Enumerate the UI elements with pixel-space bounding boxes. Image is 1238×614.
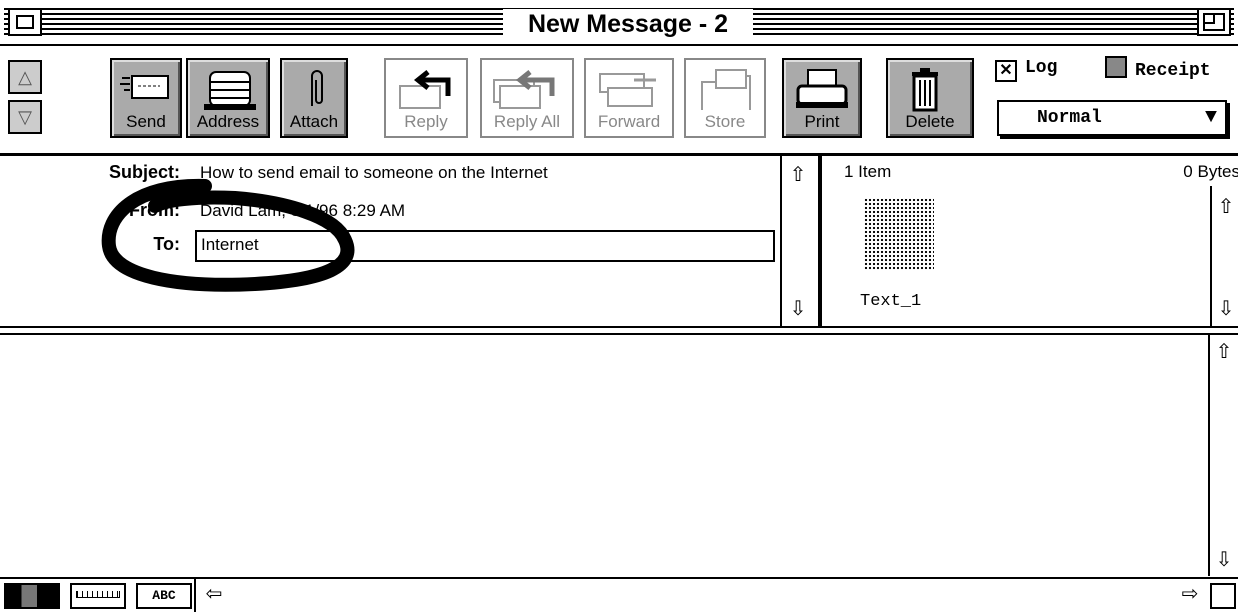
attachments-pane: 1 Item 0 Bytes Text_1 ⇧ ⇩: [820, 156, 1238, 326]
address-label: Address: [196, 112, 260, 131]
priority-value: Normal: [1037, 108, 1102, 128]
scroll-down-icon[interactable]: ⇩: [1210, 545, 1238, 575]
scroll-up-icon[interactable]: ⇧: [782, 160, 814, 190]
reply-label: Reply: [404, 112, 448, 131]
print-label: Print: [804, 112, 840, 131]
scroll-down-icon[interactable]: ⇩: [782, 294, 814, 324]
header-pane: Subject: How to send email to someone on…: [0, 156, 778, 326]
store-label: Store: [704, 112, 746, 131]
delete-button[interactable]: Delete: [886, 58, 974, 138]
scroll-up-icon[interactable]: ⇧: [1210, 337, 1238, 367]
spelling-check-icon[interactable]: ABC: [136, 583, 192, 609]
log-checkbox[interactable]: ✕ Log: [995, 56, 1058, 82]
forward-button[interactable]: Forward: [584, 58, 674, 138]
attachment-count: 1 Item: [844, 162, 892, 181]
scroll-down-icon[interactable]: ⇩: [1212, 294, 1238, 324]
print-button[interactable]: Print: [782, 58, 862, 138]
ruler-icon[interactable]: [70, 583, 126, 609]
reply-all-button[interactable]: Reply All: [480, 58, 574, 138]
send-button[interactable]: Send: [110, 58, 182, 138]
annotation-circle: [101, 178, 355, 292]
folder-icon: [701, 69, 751, 110]
title-bar[interactable]: New Message - 2: [0, 0, 1238, 46]
horizontal-scrollbar[interactable]: ⇦ ⇨: [194, 579, 1210, 612]
send-label: Send: [126, 112, 166, 131]
reply-arrow-icon: [399, 70, 451, 109]
printer-icon: [796, 69, 848, 108]
attachment-name[interactable]: Text_1: [860, 292, 921, 311]
scroll-up-icon[interactable]: ⇧: [1212, 192, 1238, 222]
color-palette-icon[interactable]: [4, 583, 60, 609]
previous-message-button[interactable]: △: [8, 60, 42, 94]
grow-box-icon[interactable]: [1210, 583, 1236, 609]
zoom-box-icon[interactable]: [1197, 8, 1231, 36]
delete-label: Delete: [905, 112, 955, 131]
scroll-left-icon[interactable]: ⇦: [198, 579, 230, 609]
attachments-vertical-scrollbar[interactable]: ⇧ ⇩: [1210, 186, 1238, 326]
reply-button[interactable]: Reply: [384, 58, 468, 138]
paperclip-icon: [311, 70, 323, 106]
store-button[interactable]: Store: [684, 58, 766, 138]
address-button[interactable]: Address: [186, 58, 270, 138]
envelope-send-icon: [120, 75, 169, 99]
forward-label: Forward: [597, 112, 661, 131]
forward-hand-icon: [599, 73, 656, 107]
chevron-down-icon: ▼: [1204, 106, 1217, 129]
receipt-check-box[interactable]: [1105, 56, 1127, 78]
message-body[interactable]: ⇧ ⇩: [0, 333, 1238, 578]
pane-divider: [0, 326, 1238, 328]
reply-all-label: Reply All: [493, 112, 561, 131]
status-bar: ABC ⇦ ⇨: [0, 577, 1238, 614]
body-vertical-scrollbar[interactable]: ⇧ ⇩: [1208, 335, 1238, 576]
attach-button[interactable]: Attach: [280, 58, 348, 138]
log-label: Log: [1025, 58, 1058, 78]
reply-all-icon: [493, 70, 555, 109]
priority-select[interactable]: Normal ▼: [997, 100, 1227, 136]
receipt-checkbox[interactable]: Receipt: [1105, 56, 1211, 81]
trash-can-icon: [912, 68, 938, 112]
header-vertical-scrollbar[interactable]: ⇧ ⇩: [780, 156, 820, 326]
window-title: New Message - 2: [503, 9, 753, 39]
rolodex-icon: [204, 71, 256, 110]
next-message-button[interactable]: ▽: [8, 100, 42, 134]
scroll-right-icon[interactable]: ⇨: [1174, 579, 1206, 609]
attach-label: Attach: [289, 112, 339, 131]
close-box-icon[interactable]: [8, 8, 42, 36]
attachment-size: 0 Bytes: [1183, 162, 1238, 181]
text-document-icon[interactable]: [864, 198, 934, 270]
receipt-label: Receipt: [1135, 61, 1211, 81]
log-check-box[interactable]: ✕: [995, 60, 1017, 82]
ruler-ticks: [76, 591, 120, 598]
